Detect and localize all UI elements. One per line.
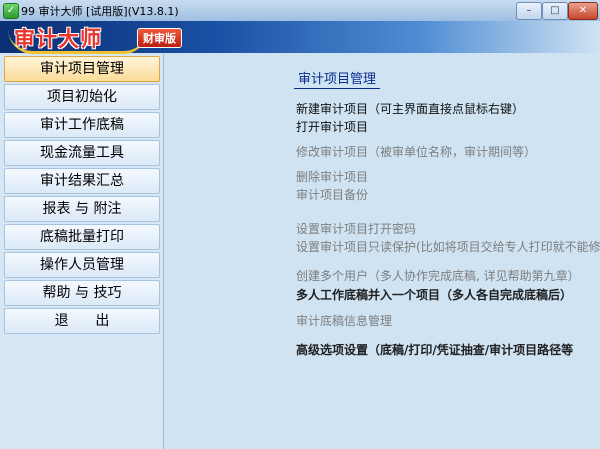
action-set-open-password[interactable]: 设置审计项目打开密码	[296, 220, 416, 237]
app-window: ✓ 99 审计大师 [试用版](V13.8.1) – □ ✕ 审计大师 财审版 …	[0, 0, 600, 449]
window-title: 99 审计大师 [试用版](V13.8.1)	[21, 5, 179, 18]
action-open-project[interactable]: 打开审计项目	[296, 118, 368, 135]
close-button[interactable]: ✕	[568, 2, 598, 20]
action-paper-info-management[interactable]: 审计底稿信息管理	[296, 312, 392, 329]
sidebar-menu: 审计项目管理 项目初始化 审计工作底稿 现金流量工具 审计结果汇总 报表 与 附…	[0, 54, 164, 449]
main-panel: 审计项目管理 新建审计项目（可主界面直接点鼠标右键） 打开审计项目 修改审计项目…	[164, 54, 600, 449]
section-title-link[interactable]: 审计项目管理	[294, 68, 381, 89]
sidebar-item-project-management[interactable]: 审计项目管理	[4, 56, 160, 82]
sidebar-item-operator-management[interactable]: 操作人员管理	[4, 252, 160, 278]
action-advanced-settings[interactable]: 高级选项设置（底稿/打印/凭证抽查/审计项目路径等	[296, 341, 573, 358]
sidebar-item-results-summary[interactable]: 审计结果汇总	[4, 168, 160, 194]
sidebar-item-working-papers[interactable]: 审计工作底稿	[4, 112, 160, 138]
minimize-button[interactable]: –	[516, 2, 542, 20]
action-backup-project[interactable]: 审计项目备份	[296, 186, 368, 203]
action-create-users[interactable]: 创建多个用户（多人协作完成底稿, 详见帮助第九章）	[296, 267, 580, 284]
edition-badge: 财审版	[137, 28, 182, 48]
app-check-icon: ✓	[3, 3, 19, 19]
action-new-project[interactable]: 新建审计项目（可主界面直接点鼠标右键）	[296, 100, 524, 117]
sidebar-item-exit[interactable]: 退 出	[4, 308, 160, 334]
action-delete-project[interactable]: 删除审计项目	[296, 168, 368, 185]
action-edit-project[interactable]: 修改审计项目（被审单位名称，审计期间等）	[296, 143, 536, 160]
app-logo: 审计大师	[14, 26, 102, 51]
brand-banner: 审计大师 财审版	[0, 21, 600, 54]
sidebar-item-help-tips[interactable]: 帮助 与 技巧	[4, 280, 160, 306]
sidebar-item-cash-flow-tools[interactable]: 现金流量工具	[4, 140, 160, 166]
sidebar-item-reports-notes[interactable]: 报表 与 附注	[4, 196, 160, 222]
action-set-readonly[interactable]: 设置审计项目只读保护(比如将项目交给专人打印就不能修	[296, 238, 600, 255]
action-merge-papers[interactable]: 多人工作底稿并入一个项目（多人各自完成底稿后）	[296, 286, 572, 303]
sidebar-item-batch-print[interactable]: 底稿批量打印	[4, 224, 160, 250]
sidebar-item-project-init[interactable]: 项目初始化	[4, 84, 160, 110]
maximize-button[interactable]: □	[542, 2, 568, 20]
title-bar[interactable]: ✓ 99 审计大师 [试用版](V13.8.1) – □ ✕	[0, 0, 600, 22]
